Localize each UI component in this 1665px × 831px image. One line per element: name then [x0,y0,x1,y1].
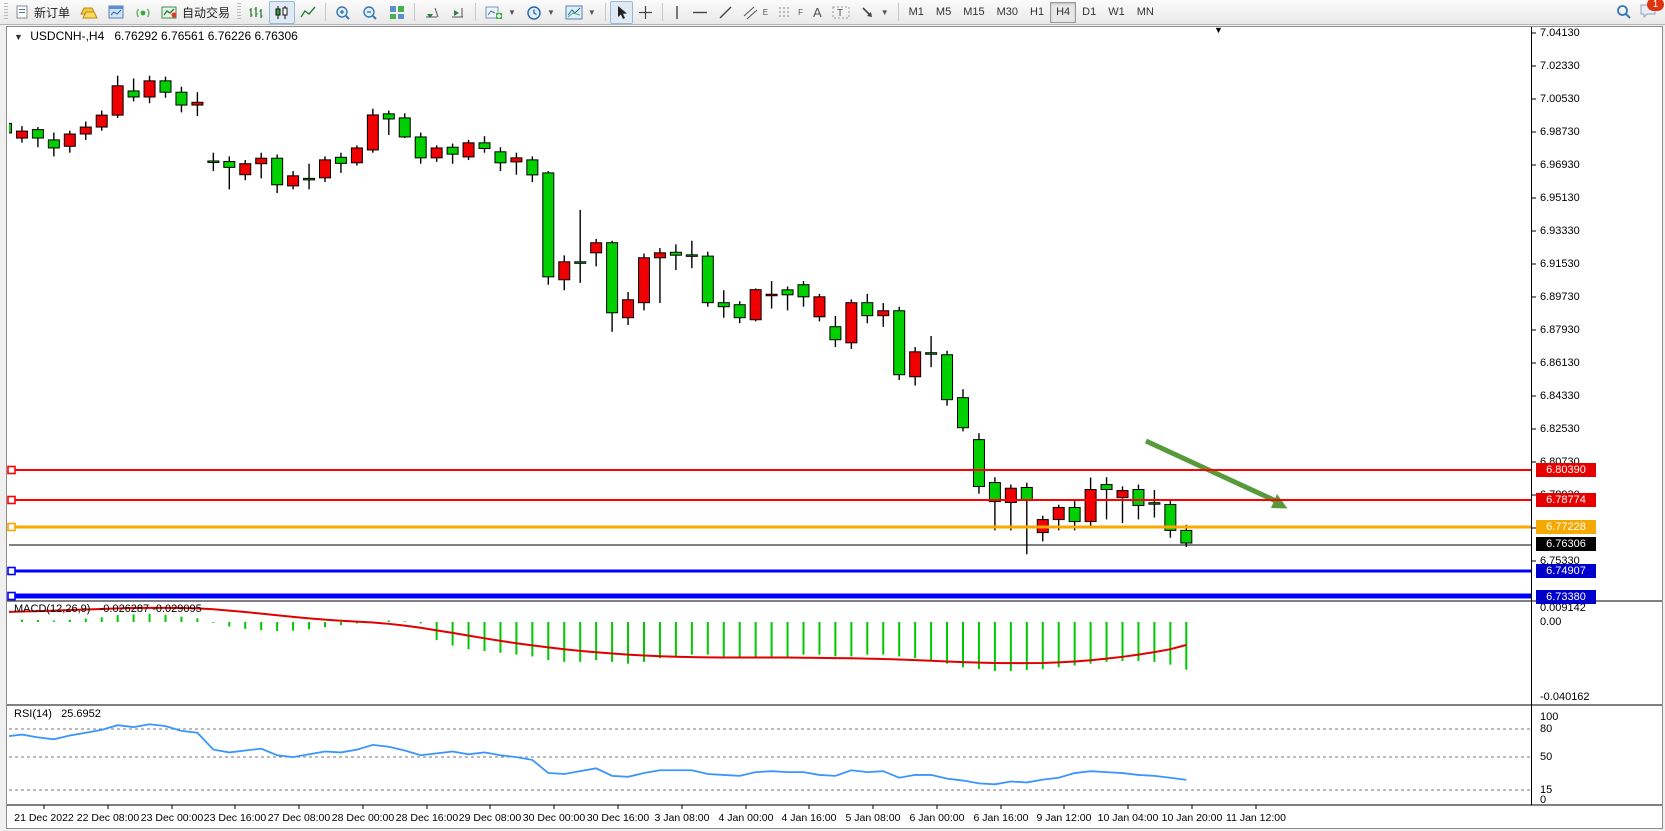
chart-canvas [0,0,1665,831]
candle-body [1069,507,1080,521]
candle-body [702,256,713,303]
candle-body [607,243,618,313]
macd-values: -0.026287 -0.029095 [100,603,202,615]
candle-body [1085,489,1096,521]
candle-body [144,81,155,97]
candle-body [447,147,458,154]
candle-body [399,118,410,137]
candle-body [575,262,586,264]
candle-body [910,352,921,377]
candle-body [1053,507,1064,519]
chart-title: ▼ USDCNH-,H4 6.76292 6.76561 6.76226 6.7… [14,29,298,43]
candle-body [383,114,394,119]
candle-body [511,158,522,162]
candle-body [782,290,793,295]
candle-body [192,102,203,105]
candle-body [1,123,12,133]
macd-label: MACD(12,26,9) -0.026287 -0.029095 [14,603,202,615]
candle-body [1021,487,1032,499]
candle-body [989,483,1000,502]
candle-body [798,285,809,297]
rsi-value: 25.6952 [61,708,101,720]
candle-body [367,115,378,150]
candle-body [639,258,650,303]
candle-body [591,243,602,253]
candle-body [112,86,123,115]
candle-body [96,115,107,127]
rsi-label: RSI(14) 25.6952 [14,708,101,720]
price-badge: 6.77228 [1536,520,1596,534]
candle-body [272,158,283,185]
candle-body [527,160,538,175]
candle-body [463,143,474,157]
candle-body [718,303,729,307]
candle-body [878,311,889,316]
candle-body [686,255,697,257]
candle-body [64,134,75,146]
candle-body [16,131,27,138]
candle-body [543,173,554,277]
candle-body [495,152,506,163]
symbol-period-label: USDCNH-,H4 [30,29,104,43]
candle-body [160,81,171,92]
candle-body [623,300,634,318]
candle-body [830,327,841,340]
collapse-triangle-icon[interactable]: ▼ [14,32,23,42]
candle-body [766,294,777,296]
candle-body [734,305,745,318]
chart-shift-marker[interactable]: ▼ [1214,25,1223,35]
candle-body [479,143,490,149]
candle-body [846,303,857,343]
candle-body [559,262,570,280]
price-badge: 6.80390 [1536,463,1596,477]
candle-body [654,253,665,258]
candle-body [750,290,761,320]
candle-body [335,157,346,163]
candle-body [415,137,426,158]
level-anchor-handle[interactable] [8,524,15,531]
candle-body [288,176,299,186]
ohlc-values: 6.76292 6.76561 6.76226 6.76306 [114,29,298,43]
price-badge: 6.74907 [1536,564,1596,578]
candle-body [1133,489,1144,505]
candle-body [48,140,59,148]
level-anchor-handle[interactable] [8,467,15,474]
candle-body [942,355,953,400]
candle-body [80,127,91,134]
candle-body [351,148,362,163]
price-badge: 6.73380 [1536,590,1596,604]
candle-body [320,160,331,178]
candle-body [431,148,442,158]
candle-body [1149,503,1160,505]
price-badge: 6.78774 [1536,493,1596,507]
candle-body [958,398,969,428]
candle-body [814,297,825,317]
candle-body [176,92,187,105]
candle-body [1181,530,1192,543]
candle-body [128,91,139,97]
candle-body [1117,491,1128,498]
candle-body [862,303,873,316]
rsi-line [6,724,1186,784]
candle-body [1101,485,1112,490]
candle-body [256,158,267,163]
candle-body [894,311,905,375]
candle-body [973,440,984,487]
level-anchor-handle[interactable] [8,497,15,504]
candle-body [32,130,43,138]
candle-body [224,162,235,168]
candle-body [304,178,315,180]
price-badge: 6.76306 [1536,537,1596,551]
candle-body [208,161,219,163]
candle-body [926,353,937,355]
level-anchor-handle[interactable] [8,568,15,575]
candle-body [240,164,251,175]
candle-body [670,252,681,255]
level-anchor-handle[interactable] [8,593,15,600]
